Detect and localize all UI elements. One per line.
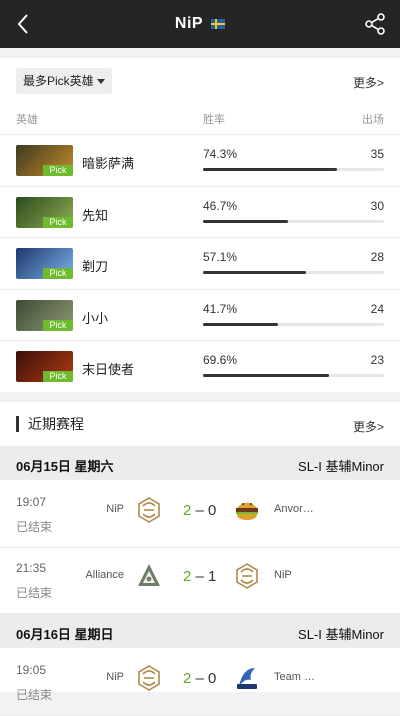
winrate-bar: [203, 322, 384, 326]
score-left: 2: [183, 502, 192, 519]
pick-badge: Pick: [43, 165, 73, 176]
winrate-bar-fill: [203, 219, 288, 223]
hero-games: 30: [370, 198, 384, 213]
hero-games: 23: [370, 353, 384, 368]
match-time: 19:05: [16, 663, 47, 677]
hero-portrait: Pick: [16, 145, 73, 176]
score-left: 2: [183, 568, 192, 585]
hero-winrate: 69.6%: [203, 353, 238, 368]
nip-logo: [135, 664, 163, 692]
winrate-bar-fill: [203, 271, 307, 275]
hero-name: 剃刀: [82, 259, 109, 275]
winrate-bar-fill: [203, 374, 329, 378]
hero-filter-dropdown[interactable]: 最多Pick英雄: [16, 68, 112, 94]
score-left: 2: [183, 670, 192, 687]
col-hero: 英雄: [16, 114, 38, 126]
score-separator: –: [195, 502, 204, 519]
team-left-name: NiP: [106, 671, 124, 683]
score-right: 0: [208, 670, 217, 687]
team-name: NiP: [174, 15, 204, 32]
heroes-more-link[interactable]: 更多>: [353, 74, 384, 91]
match-row[interactable]: 19:05 已结束 NiP 2 – 0 Team …: [0, 648, 400, 716]
match-row[interactable]: 21:35 已结束 Alliance 2 – 1 NiP: [0, 546, 400, 614]
hero-name: 先知: [82, 207, 109, 223]
pick-badge: Pick: [43, 371, 73, 383]
recent-matches-card: 近期赛程 更多> 06月15日 星期六 SL-I 基辅Minor 19:07 已…: [0, 402, 400, 716]
hero-winrate: 57.1%: [203, 250, 238, 265]
hero-row[interactable]: Pick 剃刀 57.1% 28: [0, 237, 400, 288]
col-games: 出场: [362, 114, 384, 126]
alliance-logo: [135, 562, 163, 590]
hero-winrate: 74.3%: [203, 147, 238, 161]
burger-logo: [233, 496, 261, 524]
hero-portrait: Pick: [16, 248, 73, 280]
pick-badge: Pick: [43, 319, 73, 331]
team-left-name: Alliance: [85, 569, 124, 581]
nip-logo: [233, 562, 261, 590]
match-score: 2 – 0: [183, 670, 216, 687]
hero-games: 28: [370, 250, 384, 265]
match-score: 2 – 0: [183, 502, 216, 519]
hero-filter-label: 最多Pick英雄: [23, 74, 94, 88]
match-score: 2 – 1: [183, 568, 216, 585]
hero-row[interactable]: Pick 末日使者 69.6% 23: [0, 340, 400, 391]
winrate-bar: [203, 374, 384, 378]
hero-row[interactable]: Pick 暗影萨满 74.3% 35: [0, 134, 400, 185]
match-row[interactable]: 19:07 已结束 NiP 2 – 0 Anvor…: [0, 480, 400, 548]
team-right-name: NiP: [274, 569, 292, 581]
hero-winrate: 41.7%: [203, 301, 238, 316]
day-header: 06月15日 星期六 SL-I 基辅Minor: [0, 446, 400, 480]
matches-more-link[interactable]: 更多>: [353, 418, 384, 435]
match-status: 已结束: [16, 586, 53, 600]
league-name[interactable]: SL-I 基辅Minor: [298, 624, 384, 643]
winrate-bar: [203, 168, 384, 171]
day-header: 06月16日 星期日 SL-I 基辅Minor: [0, 614, 400, 648]
winrate-bar: [203, 271, 384, 275]
chevron-down-icon: [97, 79, 105, 84]
match-time: 21:35: [16, 561, 47, 575]
hero-portrait: Pick: [16, 351, 73, 383]
team-right-name: Anvor…: [274, 503, 314, 515]
hero-winrate: 46.7%: [203, 198, 238, 213]
score-separator: –: [195, 568, 204, 585]
col-winrate: 胜率: [203, 114, 225, 126]
team-left-name: NiP: [106, 503, 124, 515]
match-date: 06月16日 星期日: [16, 627, 114, 642]
score-right: 0: [208, 502, 217, 519]
team-right-name: Team …: [274, 671, 315, 683]
pick-badge: Pick: [43, 216, 73, 228]
winrate-bar-fill: [203, 322, 279, 326]
back-arrow-icon[interactable]: [14, 12, 34, 36]
hero-row[interactable]: Pick 先知 46.7% 30: [0, 185, 400, 237]
match-date: 06月15日 星期六: [16, 459, 114, 474]
score-right: 1: [208, 568, 217, 585]
team-logo: [233, 664, 261, 692]
hero-row[interactable]: Pick 小小 41.7% 24: [0, 288, 400, 340]
winrate-bar: [203, 219, 384, 223]
share-icon[interactable]: [364, 12, 386, 36]
match-status: 已结束: [16, 520, 53, 534]
hero-stats-card: 最多Pick英雄 更多> 英雄 胜率 出场 Pick 暗影萨满 74.3% 35…: [0, 58, 400, 392]
sweden-flag-icon: [211, 19, 226, 29]
hero-games: 24: [370, 301, 384, 316]
pick-badge: Pick: [43, 268, 73, 280]
top-bar: NiP: [0, 0, 400, 48]
match-status: 已结束: [16, 688, 53, 702]
hero-name: 末日使者: [82, 362, 135, 378]
score-separator: –: [195, 670, 204, 687]
hero-games: 35: [370, 147, 384, 161]
league-name[interactable]: SL-I 基辅Minor: [298, 456, 384, 475]
hero-name: 小小: [82, 310, 109, 326]
hero-table-header: 英雄 胜率 出场: [0, 110, 400, 134]
match-time: 19:07: [16, 495, 47, 509]
hero-portrait: Pick: [16, 196, 73, 228]
winrate-bar-fill: [203, 168, 338, 171]
section-title: 近期赛程: [16, 416, 84, 432]
hero-portrait: Pick: [16, 299, 73, 331]
nip-logo: [135, 496, 163, 524]
hero-name: 暗影萨满: [82, 156, 135, 171]
page-title: NiP: [174, 15, 226, 33]
